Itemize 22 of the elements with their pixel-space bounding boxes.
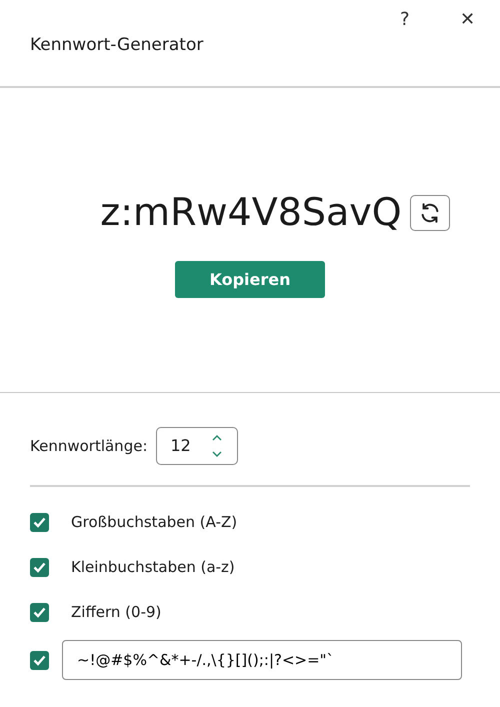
check-icon — [33, 562, 46, 573]
check-icon — [33, 654, 46, 666]
checkbox[interactable] — [30, 558, 49, 577]
checkbox[interactable] — [30, 603, 49, 622]
option-label: Ziffern (0-9) — [71, 602, 162, 624]
option-label: Großbuchstaben (A-Z) — [71, 512, 238, 534]
length-spinner[interactable]: 12 — [156, 427, 238, 465]
spinner-arrows-icon[interactable] — [210, 433, 222, 459]
check-icon — [33, 517, 46, 528]
checkbox[interactable] — [30, 650, 49, 670]
copy-button[interactable]: Kopieren — [175, 261, 325, 298]
refresh-icon — [418, 202, 441, 224]
option-label: Kleinbuchstaben (a-z) — [71, 557, 235, 578]
special-characters-field[interactable]: ~!@#$%^&*+-/.,\{}[]();:|?<>="` — [62, 640, 462, 680]
check-icon — [33, 607, 46, 618]
password-text: z:mRw4V8SavQ — [100, 189, 402, 236]
length-label: Kennwortlänge: — [30, 436, 148, 457]
refresh-button[interactable] — [410, 194, 450, 230]
window-title: Kennwort-Generator — [30, 34, 204, 57]
help-button[interactable]: ? — [396, 6, 414, 33]
checkbox[interactable] — [30, 513, 49, 532]
close-button[interactable]: ✕ — [456, 6, 480, 33]
